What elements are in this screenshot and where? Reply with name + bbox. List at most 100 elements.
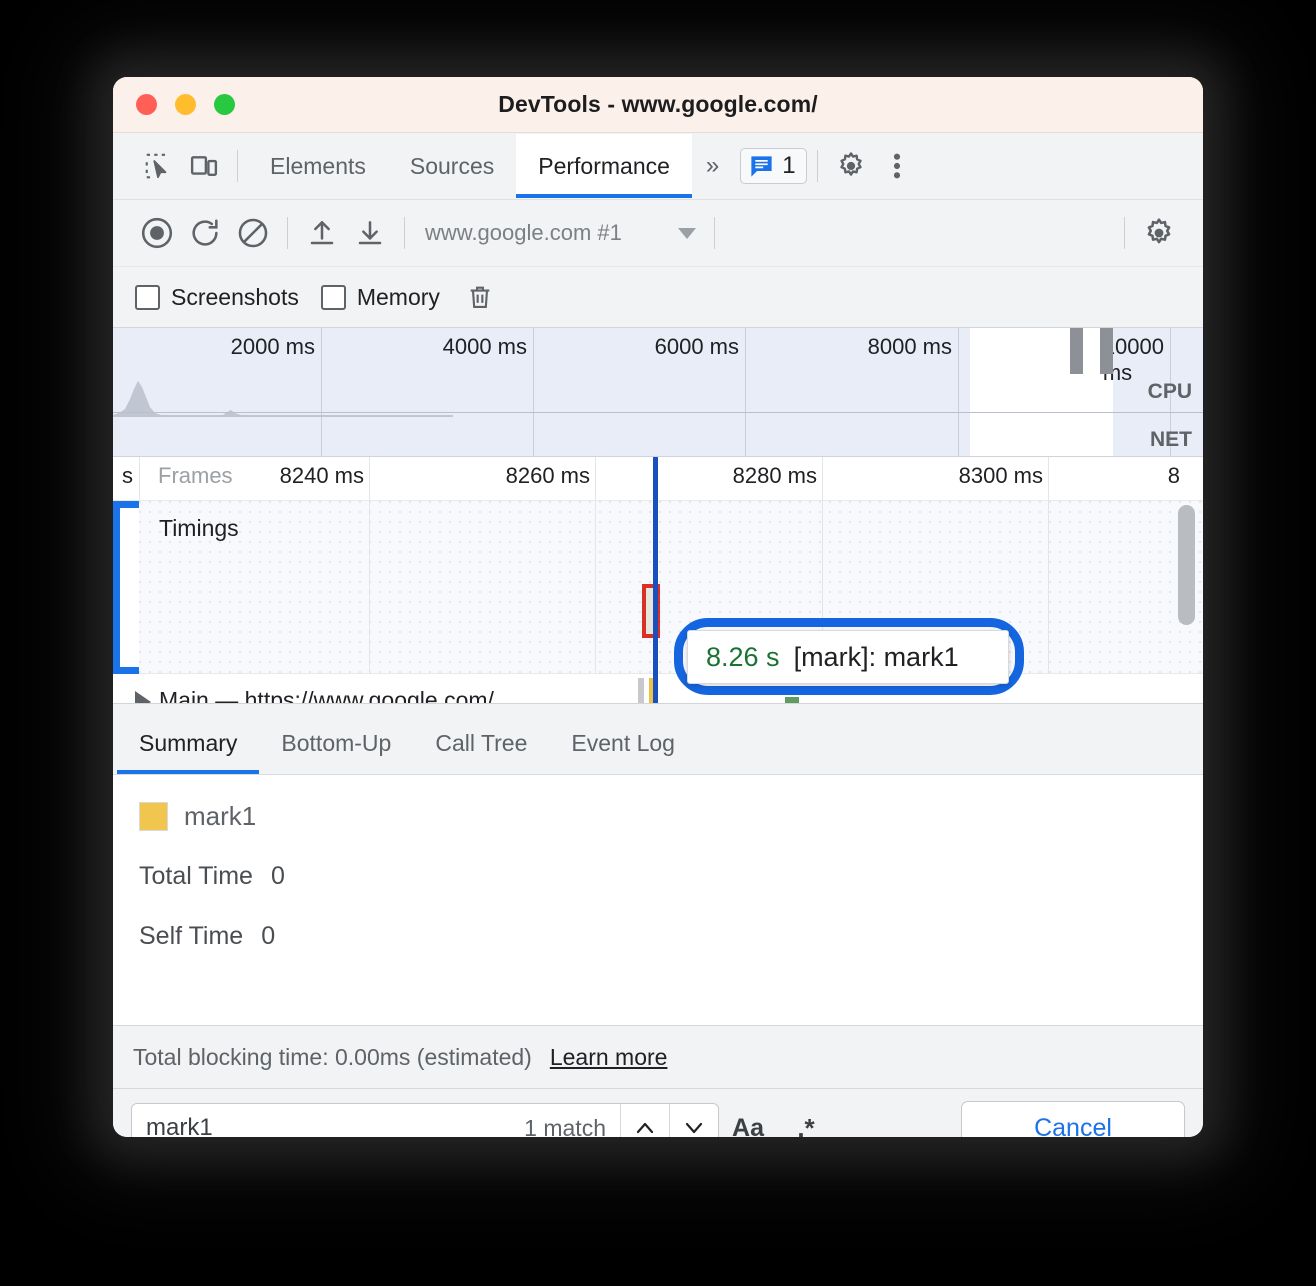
recbar-divider-1: [287, 217, 288, 249]
timeline-playhead[interactable]: [653, 457, 658, 703]
tooltip-time: 8.26 s: [706, 642, 780, 673]
ruler-tick-8240: 8240 ms: [280, 463, 369, 489]
ruler-tick-0: s: [122, 463, 138, 489]
chevron-down-icon: [682, 1116, 706, 1137]
capture-options-bar: Screenshots Memory: [113, 267, 1203, 328]
clear-icon[interactable]: [229, 209, 277, 257]
track-label-main[interactable]: Main — https://www.google.com/: [159, 687, 494, 704]
delete-icon[interactable]: [466, 282, 494, 312]
search-field-container[interactable]: 1 match: [131, 1103, 719, 1137]
tooltip-text: [mark]: mark1: [794, 642, 959, 673]
search-prev-button[interactable]: [620, 1104, 669, 1137]
memory-checkbox[interactable]: Memory: [321, 284, 440, 311]
overview-timeline[interactable]: 2000 ms 4000 ms 6000 ms 8000 ms 10000 ms…: [113, 328, 1203, 457]
overview-selection-right-handle[interactable]: [1100, 328, 1113, 374]
capture-settings-gear-icon[interactable]: [1135, 209, 1183, 257]
cpu-net-divider: [113, 412, 1203, 413]
search-match-count: 1 match: [524, 1115, 620, 1138]
tab-sources[interactable]: Sources: [388, 134, 516, 198]
overview-row-net-label: NET: [1150, 428, 1192, 452]
summary-self-time-label: Self Time: [139, 922, 243, 951]
track-selection-bracket: [113, 501, 139, 674]
ruler-tick-8260: 8260 ms: [506, 463, 595, 489]
settings-gear-icon[interactable]: [828, 144, 874, 188]
screenshot-root: DevTools - www.google.com/ Elements Sour…: [0, 0, 1316, 1286]
search-input[interactable]: [132, 1114, 524, 1137]
reload-record-icon[interactable]: [181, 209, 229, 257]
cancel-button[interactable]: Cancel: [961, 1101, 1185, 1137]
main-marker-green[interactable]: [785, 697, 799, 704]
ruler-tick-8280: 8280 ms: [733, 463, 822, 489]
recbar-divider-2: [404, 217, 405, 249]
screenshots-checkbox[interactable]: Screenshots: [135, 284, 299, 311]
ruler-tick-8300: 8300 ms: [959, 463, 1048, 489]
total-blocking-time-status: Total blocking time: 0.00ms (estimated): [133, 1044, 532, 1071]
overview-selection-left-handle[interactable]: [1070, 328, 1083, 374]
download-profile-icon[interactable]: [346, 209, 394, 257]
summary-total-time-value: 0: [271, 862, 285, 891]
memory-label: Memory: [357, 284, 440, 311]
tabbar-divider: [237, 150, 238, 182]
panel-tabbar: Elements Sources Performance » 1: [113, 133, 1203, 200]
tab-performance[interactable]: Performance: [516, 134, 692, 198]
ruler-tick-partial: 8: [1168, 463, 1185, 489]
more-tabs-icon[interactable]: »: [692, 152, 730, 180]
regex-toggle[interactable]: .*: [777, 1104, 835, 1137]
chevron-down-icon: [678, 228, 696, 239]
overview-tick-8000: 8000 ms: [868, 334, 958, 360]
summary-event-name: mark1: [184, 801, 256, 832]
console-message-badge[interactable]: 1: [740, 148, 806, 184]
match-case-toggle[interactable]: Aa: [719, 1104, 777, 1137]
flame-chart-ruler: s Frames 8240 ms 8260 ms 8280 ms 8300 ms…: [113, 457, 1203, 501]
tab-bottom-up[interactable]: Bottom-Up: [259, 730, 413, 774]
inspect-element-icon[interactable]: [135, 144, 181, 188]
track-main-row[interactable]: Main — https://www.google.com/: [113, 674, 1203, 704]
summary-row-self-time: Self Time 0: [139, 922, 1203, 951]
search-next-button[interactable]: [669, 1104, 718, 1137]
tab-call-tree[interactable]: Call Tree: [413, 730, 549, 774]
record-toolbar: www.google.com #1: [113, 200, 1203, 267]
tab-event-log[interactable]: Event Log: [549, 730, 697, 774]
chevron-up-icon: [633, 1116, 657, 1137]
event-tooltip: 8.26 s [mark]: mark1: [687, 630, 1009, 684]
checkbox-box: [321, 285, 346, 310]
overview-tick-4000: 4000 ms: [443, 334, 533, 360]
status-footer: Total blocking time: 0.00ms (estimated) …: [113, 1025, 1203, 1089]
overview-tick-6000: 6000 ms: [655, 334, 745, 360]
device-toolbar-icon[interactable]: [181, 144, 227, 188]
checkbox-box: [135, 285, 160, 310]
detail-tabbar: Summary Bottom-Up Call Tree Event Log: [113, 704, 1203, 775]
tab-elements[interactable]: Elements: [248, 134, 388, 198]
overview-selected-left-pad: [970, 328, 1083, 456]
console-message-icon: [748, 153, 775, 180]
tabbar-divider-2: [817, 150, 818, 182]
summary-panel: mark1 Total Time 0 Self Time 0: [113, 775, 1203, 1025]
flame-chart-area[interactable]: s Frames 8240 ms 8260 ms 8280 ms 8300 ms…: [113, 457, 1203, 704]
tab-summary[interactable]: Summary: [117, 730, 259, 774]
window-titlebar: DevTools - www.google.com/: [113, 77, 1203, 133]
chevron-right-icon[interactable]: [135, 691, 151, 704]
upload-profile-icon[interactable]: [298, 209, 346, 257]
devtools-window: DevTools - www.google.com/ Elements Sour…: [113, 77, 1203, 1137]
flame-chart-scrollbar-thumb[interactable]: [1178, 505, 1195, 625]
summary-self-time-value: 0: [261, 922, 275, 951]
search-bar: 1 match Aa .* Cancel: [113, 1089, 1203, 1137]
summary-row-total-time: Total Time 0: [139, 862, 1203, 891]
event-color-swatch: [139, 802, 168, 831]
screenshots-label: Screenshots: [171, 284, 299, 311]
more-options-icon[interactable]: [874, 144, 920, 188]
record-icon[interactable]: [133, 209, 181, 257]
profile-session-label: www.google.com #1: [425, 220, 622, 246]
frames-track-label: Frames: [158, 463, 233, 489]
profile-session-selector[interactable]: www.google.com #1: [425, 220, 696, 246]
summary-total-time-label: Total Time: [139, 862, 253, 891]
window-title: DevTools - www.google.com/: [113, 91, 1203, 118]
track-timings-body[interactable]: [139, 501, 1203, 674]
console-message-count: 1: [782, 152, 795, 180]
learn-more-link[interactable]: Learn more: [550, 1044, 668, 1071]
overview-row-cpu-label: CPU: [1148, 380, 1192, 404]
main-event-bar-gray[interactable]: [638, 678, 644, 704]
summary-event-title: mark1: [139, 801, 1203, 832]
track-label-timings[interactable]: Timings: [159, 515, 239, 542]
recbar-divider-3: [714, 217, 715, 249]
